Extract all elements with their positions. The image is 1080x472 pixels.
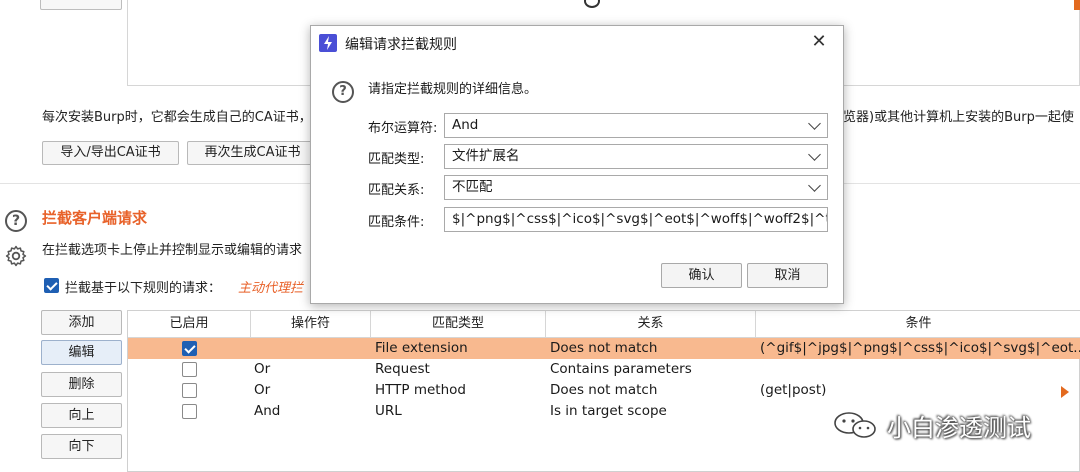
- remove-rule-button[interactable]: 删除: [41, 372, 122, 397]
- chevron-down-icon: [808, 148, 821, 161]
- match-relationship-value: 不匹配: [452, 179, 493, 195]
- boolean-operator-value: And: [452, 117, 479, 133]
- table-row[interactable]: Or HTTP method Does not match (get|post): [128, 380, 1080, 401]
- intercept-section-description: 在拦截选项卡上停止并控制显示或编辑的请求: [42, 243, 303, 258]
- ca-description: 每次安装Burp时，它都会生成自己的CA证书，: [42, 110, 312, 125]
- row-relationship: Does not match: [550, 382, 658, 398]
- regenerate-ca-button[interactable]: 再次生成CA证书: [187, 141, 318, 165]
- dialog-help-icon[interactable]: ?: [332, 81, 354, 103]
- edit-intercept-rule-dialog: 编辑请求拦截规则 ✕ ? 请指定拦截规则的详细信息。 布尔运算符: And 匹配…: [310, 25, 844, 304]
- move-up-button[interactable]: 向上: [41, 403, 122, 428]
- dialog-title: 编辑请求拦截规则: [345, 37, 457, 53]
- row-relationship: Contains parameters: [550, 361, 692, 377]
- match-condition-label: 匹配条件:: [368, 215, 425, 230]
- row-arrow-icon: [1061, 386, 1069, 398]
- chevron-down-icon: [808, 117, 821, 130]
- add-rule-button[interactable]: 添加: [41, 310, 122, 335]
- row-operator: [254, 338, 368, 359]
- row-enabled-checkbox[interactable]: [182, 341, 197, 356]
- close-icon[interactable]: ✕: [808, 31, 830, 53]
- orange-marker-icon: [1074, 0, 1080, 10]
- help-icon[interactable]: ?: [5, 210, 27, 232]
- row-enabled-checkbox[interactable]: [182, 404, 197, 419]
- chevron-down-icon: [808, 179, 821, 192]
- burp-logo-icon: [319, 34, 337, 52]
- column-header-condition[interactable]: 条件: [756, 311, 1080, 338]
- table-row[interactable]: Or Request Contains parameters: [128, 359, 1080, 380]
- top-button[interactable]: [40, 0, 122, 10]
- row-match-type: URL: [375, 403, 402, 419]
- row-enabled-checkbox[interactable]: [182, 383, 197, 398]
- boolean-operator-select[interactable]: And: [444, 113, 828, 138]
- column-header-operator[interactable]: 操作符: [251, 311, 371, 338]
- row-condition: (^gif$|^jpg$|^png$|^css$|^ico$|^svg$|^eo…: [760, 340, 1080, 356]
- row-operator: And: [254, 403, 281, 419]
- table-row[interactable]: File extension Does not match (^gif$|^jp…: [128, 338, 1080, 359]
- row-condition: (get|post): [760, 382, 827, 398]
- dialog-info-text: 请指定拦截规则的详细信息。: [368, 82, 538, 97]
- row-operator: Or: [254, 361, 271, 377]
- match-type-label: 匹配类型:: [368, 152, 425, 167]
- match-relationship-select[interactable]: 不匹配: [444, 175, 828, 200]
- row-match-type: HTTP method: [375, 382, 466, 398]
- column-header-match-type[interactable]: 匹配类型: [371, 311, 546, 338]
- row-operator: Or: [254, 382, 271, 398]
- gear-icon[interactable]: [4, 244, 28, 268]
- match-condition-input[interactable]: $|^png$|^css$|^ico$|^svg$|^eot$|^woff$|^…: [444, 207, 828, 232]
- match-relationship-label: 匹配关系:: [368, 183, 425, 198]
- row-relationship: Does not match: [550, 340, 658, 356]
- ok-button[interactable]: 确认: [661, 263, 742, 288]
- intercept-rules-checkbox[interactable]: [44, 278, 59, 293]
- row-enabled-checkbox[interactable]: [182, 362, 197, 377]
- match-type-value: 文件扩展名: [452, 148, 520, 164]
- boolean-operator-label: 布尔运算符:: [368, 121, 438, 136]
- column-header-enabled[interactable]: 已启用: [128, 311, 251, 338]
- cancel-button[interactable]: 取消: [747, 263, 828, 288]
- row-match-type: File extension: [375, 340, 468, 356]
- wechat-watermark-icon: [832, 410, 882, 440]
- ca-description-continued: 览器)或其他计算机上安装的Burp一起使: [843, 110, 1074, 125]
- move-down-button[interactable]: 向下: [41, 434, 122, 459]
- column-header-relationship[interactable]: 关系: [546, 311, 756, 338]
- intercept-rules-table: 已启用 操作符 匹配类型 关系 条件 File extension Does n…: [127, 310, 1080, 472]
- intercept-rules-checkbox-label: 拦截基于以下规则的请求：: [65, 281, 222, 296]
- intercept-rules-note: 主动代理拦: [238, 281, 304, 296]
- row-condition: [760, 359, 1080, 380]
- row-relationship: Is in target scope: [550, 403, 667, 419]
- watermark-text: 小白渗透测试: [887, 414, 1031, 442]
- intercept-section-title: 拦截客户端请求: [42, 209, 148, 227]
- edit-rule-button[interactable]: 编辑: [41, 340, 122, 365]
- match-type-select[interactable]: 文件扩展名: [444, 144, 828, 169]
- import-export-ca-button[interactable]: 导入/导出CA证书: [42, 141, 179, 165]
- row-match-type: Request: [375, 361, 430, 377]
